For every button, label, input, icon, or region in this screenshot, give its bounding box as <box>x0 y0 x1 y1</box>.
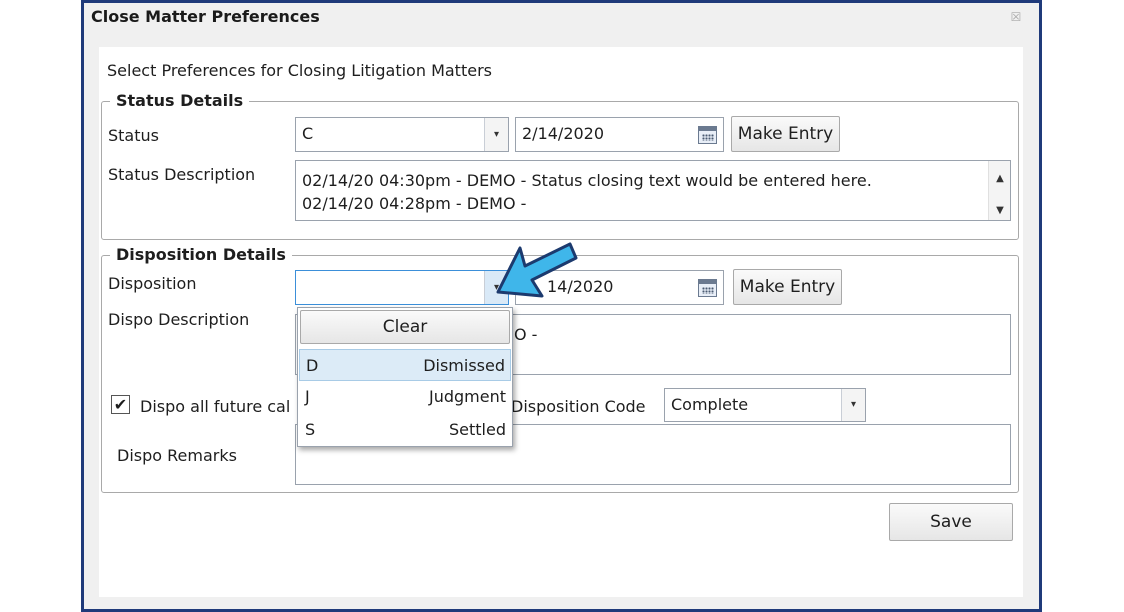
disposition-details-legend: Disposition Details <box>110 245 292 264</box>
option-name: Dismissed <box>423 356 505 375</box>
disposition-code-label: Disposition Code <box>511 397 646 416</box>
option-code: S <box>305 420 316 439</box>
dropdown-clear-button[interactable]: Clear <box>300 310 510 344</box>
dispo-future-checkbox[interactable]: ✔ <box>111 395 130 414</box>
option-name: Judgment <box>428 387 506 406</box>
scroll-down-icon[interactable]: ▼ <box>989 199 1011 222</box>
status-details-legend: Status Details <box>110 91 250 110</box>
option-name: Settled <box>449 420 506 439</box>
dispo-remarks-label: Dispo Remarks <box>117 446 237 465</box>
intro-text: Select Preferences for Closing Litigatio… <box>107 61 492 80</box>
disposition-label: Disposition <box>108 274 197 293</box>
status-combo[interactable]: C ▾ <box>295 117 509 152</box>
status-description-label: Status Description <box>108 165 256 184</box>
calendar-icon[interactable] <box>698 126 717 144</box>
dispo-description-label: Dispo Description <box>108 310 250 329</box>
chevron-down-icon[interactable]: ▾ <box>484 118 508 151</box>
status-date-value: 2/14/2020 <box>522 124 605 143</box>
status-make-entry-button[interactable]: Make Entry <box>731 116 840 152</box>
status-label: Status <box>108 126 159 145</box>
scrollbar[interactable]: ▲ ▼ <box>988 161 1010 220</box>
annotation-arrow-icon <box>496 242 578 298</box>
disposition-code-value: Complete <box>671 395 749 414</box>
calendar-icon[interactable] <box>698 279 717 297</box>
disposition-code-combo[interactable]: Complete ▾ <box>664 388 866 422</box>
dropdown-option-dismissed[interactable]: D Dismissed <box>299 349 511 381</box>
disposition-dropdown-list[interactable]: Clear D Dismissed J Judgment S Settled <box>297 307 513 447</box>
dispo-future-label: Dispo all future cal <box>140 397 291 416</box>
save-button[interactable]: Save <box>889 503 1013 541</box>
option-code: J <box>305 387 310 406</box>
dialog-title: Close Matter Preferences <box>91 7 320 26</box>
disposition-combo[interactable]: ▾ <box>295 270 509 305</box>
status-description-line: 02/14/20 04:30pm - DEMO - Status closing… <box>302 171 872 190</box>
dropdown-option-settled[interactable]: S Settled <box>299 416 511 446</box>
scroll-up-icon[interactable]: ▲ <box>989 167 1011 190</box>
chevron-down-icon[interactable]: ▾ <box>841 389 865 421</box>
status-date-field[interactable]: 2/14/2020 <box>515 117 724 152</box>
option-code: D <box>306 356 319 375</box>
status-combo-value: C <box>302 124 314 143</box>
dispo-description-text: O - <box>514 325 538 344</box>
dispo-future-label-clip: Dispo all future cal <box>140 397 296 419</box>
status-description-textbox[interactable]: 02/14/20 04:30pm - DEMO - Status closing… <box>295 160 1011 221</box>
close-icon[interactable]: ☒ <box>1009 10 1023 24</box>
disposition-make-entry-button[interactable]: Make Entry <box>733 269 842 305</box>
dropdown-option-judgment[interactable]: J Judgment <box>299 383 511 415</box>
status-description-line: 02/14/20 04:28pm - DEMO - <box>302 194 527 213</box>
